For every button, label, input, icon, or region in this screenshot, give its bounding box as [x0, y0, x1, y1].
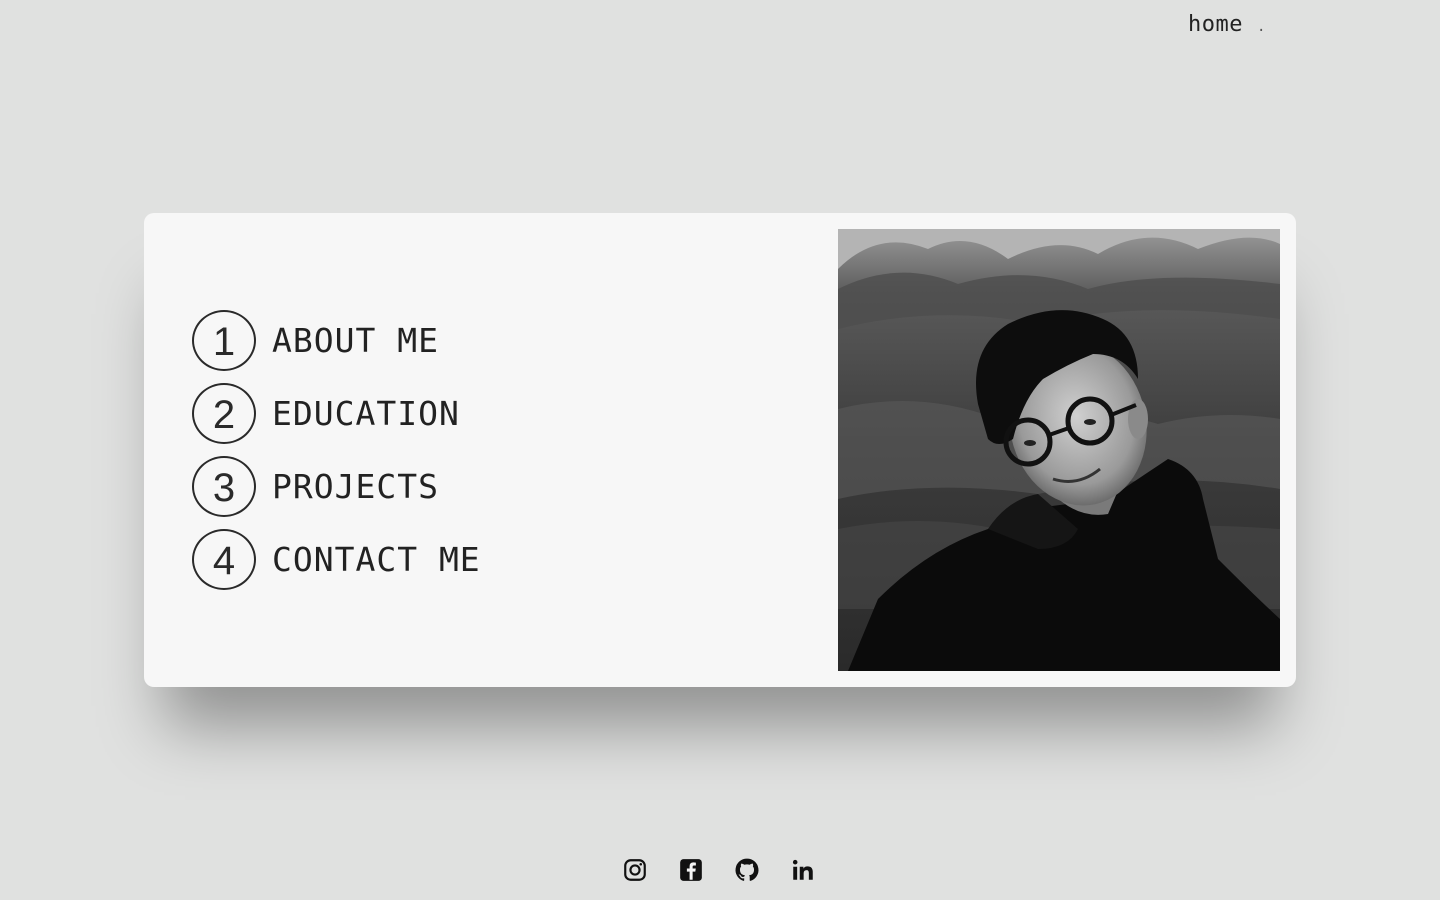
menu-item-label: ABOUT ME: [272, 321, 439, 360]
menu-item-label: CONTACT ME: [272, 540, 481, 579]
home-link[interactable]: home: [1188, 12, 1243, 37]
menu-item-projects[interactable]: 3 PROJECTS: [192, 456, 481, 517]
menu-number-badge: 4: [192, 529, 256, 590]
facebook-icon[interactable]: [678, 857, 704, 883]
section-menu: 1 ABOUT ME 2 EDUCATION 3 PROJECTS 4 CONT…: [192, 310, 481, 590]
main-card: 1 ABOUT ME 2 EDUCATION 3 PROJECTS 4 CONT…: [144, 213, 1296, 687]
github-icon[interactable]: [734, 857, 760, 883]
portrait-illustration: [838, 229, 1280, 671]
linkedin-icon[interactable]: [790, 857, 816, 883]
top-nav: home .: [1188, 12, 1265, 37]
portrait-photo: [838, 229, 1280, 671]
menu-number-badge: 3: [192, 456, 256, 517]
nav-dot: .: [1256, 19, 1266, 35]
instagram-icon[interactable]: [622, 857, 648, 883]
menu-item-label: PROJECTS: [272, 467, 439, 506]
menu-item-contact-me[interactable]: 4 CONTACT ME: [192, 529, 481, 590]
menu-item-education[interactable]: 2 EDUCATION: [192, 383, 481, 444]
menu-number-badge: 2: [192, 383, 256, 444]
menu-item-label: EDUCATION: [272, 394, 460, 433]
menu-item-about-me[interactable]: 1 ABOUT ME: [192, 310, 481, 371]
social-links: [622, 857, 816, 883]
menu-number-badge: 1: [192, 310, 256, 371]
